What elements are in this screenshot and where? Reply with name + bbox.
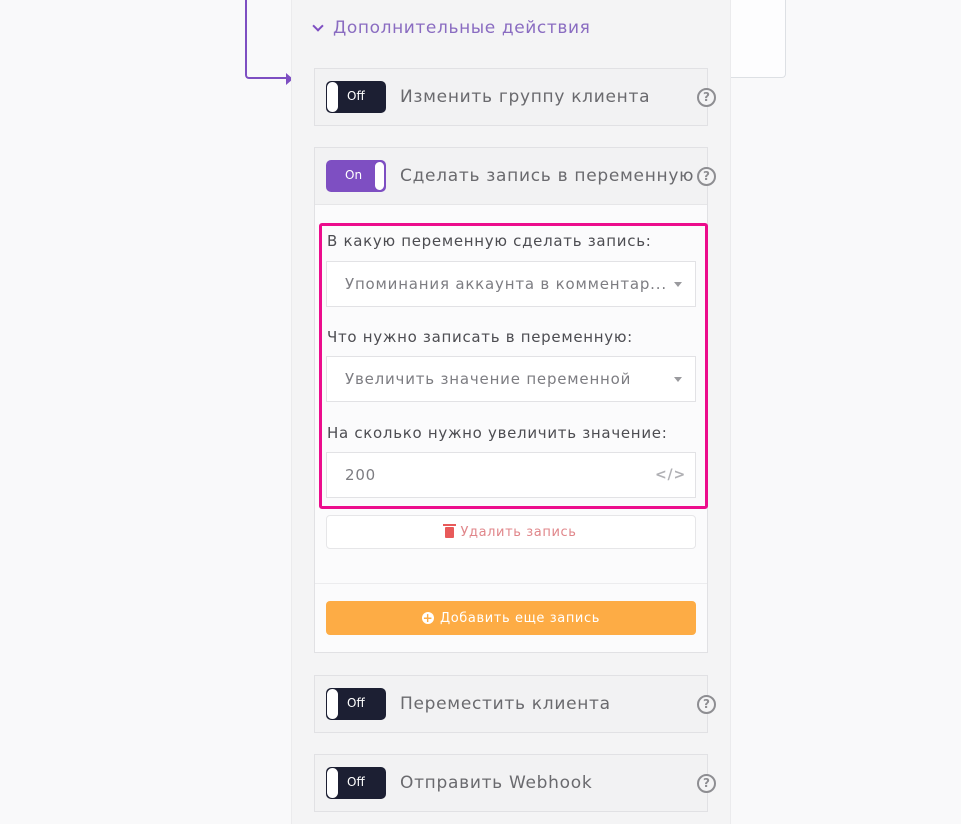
- add-record-button[interactable]: + Добавить еще запись: [326, 601, 696, 635]
- toggle-label: Off: [347, 89, 365, 103]
- variable-select-value: Упоминания аккаунта в комментар...: [345, 275, 667, 293]
- toggle-knob: [374, 161, 385, 191]
- operation-select[interactable]: Увеличить значение переменной: [326, 356, 696, 402]
- section-title: Дополнительные действия: [333, 18, 591, 38]
- plus-circle-icon: +: [422, 611, 434, 625]
- write-variable-settings: В какую переменную сделать запись: Упоми…: [315, 204, 708, 652]
- adjacent-node-card: [725, 0, 786, 78]
- toggle-knob: [327, 689, 338, 719]
- action-send-webhook: Off Отправить Webhook ?: [314, 754, 716, 812]
- delete-record-button[interactable]: Удалить запись: [326, 515, 696, 549]
- trash-icon: [443, 523, 457, 538]
- chevron-down-icon: [312, 20, 324, 32]
- toggle-label: Off: [347, 696, 365, 710]
- operation-select-label: Что нужно записать в переменную:: [327, 328, 633, 346]
- action-change-client-group: Off Изменить группу клиента ?: [314, 68, 716, 126]
- toggle-label: Off: [347, 775, 365, 789]
- toggle-move-client[interactable]: Off: [326, 688, 386, 720]
- action-title: Изменить группу клиента: [400, 87, 651, 107]
- help-icon[interactable]: ?: [697, 695, 716, 714]
- section-header-extra-actions[interactable]: Дополнительные действия: [312, 18, 591, 38]
- action-title: Сделать запись в переменную: [400, 166, 695, 186]
- caret-down-icon: [674, 377, 682, 382]
- add-record-label: Добавить еще запись: [440, 610, 600, 626]
- toggle-change-client-group[interactable]: Off: [326, 81, 386, 113]
- amount-input-value: 200: [345, 466, 377, 484]
- toggle-label: On: [345, 168, 363, 182]
- toggle-write-variable[interactable]: On: [326, 160, 386, 192]
- delete-record-label: Удалить запись: [460, 524, 577, 540]
- help-icon[interactable]: ?: [697, 774, 716, 793]
- operation-select-value: Увеличить значение переменной: [345, 370, 632, 388]
- amount-input-label: На сколько нужно увеличить значение:: [327, 424, 668, 442]
- toggle-knob: [327, 768, 338, 798]
- toggle-send-webhook[interactable]: Off: [326, 767, 386, 799]
- action-write-variable: On Сделать запись в переменную ? В какую…: [314, 147, 716, 653]
- amount-input[interactable]: 200 </>: [326, 452, 696, 498]
- action-title: Переместить клиента: [400, 694, 611, 714]
- caret-down-icon: [674, 282, 682, 287]
- toggle-knob: [327, 82, 338, 112]
- variable-select[interactable]: Упоминания аккаунта в комментар...: [326, 261, 696, 307]
- help-icon[interactable]: ?: [697, 167, 716, 186]
- help-icon[interactable]: ?: [697, 88, 716, 107]
- action-title: Отправить Webhook: [400, 773, 593, 793]
- divider: [315, 583, 707, 584]
- flow-connector-line: [245, 0, 289, 79]
- code-icon[interactable]: </>: [655, 467, 686, 483]
- action-move-client: Off Переместить клиента ?: [314, 675, 716, 733]
- variable-select-label: В какую переменную сделать запись:: [327, 232, 652, 250]
